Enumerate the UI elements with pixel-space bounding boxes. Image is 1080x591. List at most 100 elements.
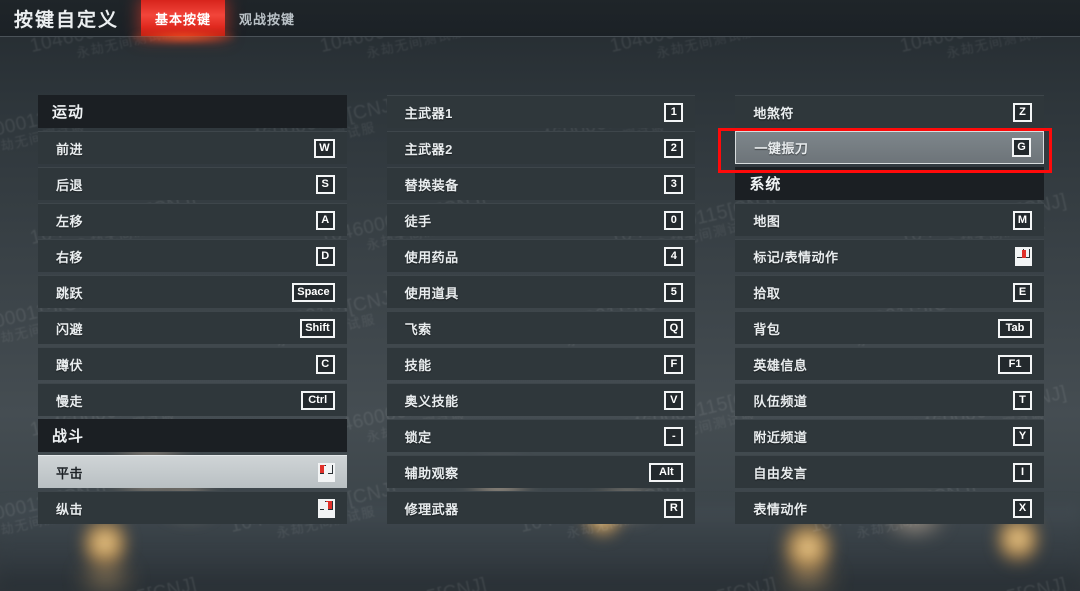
key-badge: Space	[292, 282, 335, 302]
tab-basic-keys-label: 基本按键	[155, 11, 212, 27]
mouse-body	[319, 508, 333, 516]
keybind-row[interactable]: 平击	[38, 455, 347, 488]
keybind-label: 平击	[56, 465, 84, 481]
key-badge: W	[314, 138, 335, 158]
keybind-row[interactable]: 后退 S	[38, 167, 347, 200]
keybind-row[interactable]: 使用道具 5	[386, 275, 696, 308]
keybind-label: 替换装备	[404, 177, 459, 193]
section-header-运动: 运动	[38, 95, 347, 128]
key-badge: F1	[998, 354, 1033, 374]
keybind-label: 英雄信息	[753, 357, 808, 373]
key-badge: X	[1013, 498, 1033, 518]
keybind-row[interactable]: 右移 D	[38, 239, 347, 272]
keybind-row[interactable]: 附近频道 Y	[735, 419, 1045, 452]
keybind-row[interactable]: 技能 F	[386, 347, 696, 380]
column-2: 主武器1 1 主武器2 2 替换装备 3 徒手 0 使用药品 4 使用道具 5 飞索 Q 技能 F 奥义技能 V 锁…	[386, 95, 696, 591]
key-badge: V	[664, 390, 684, 410]
key-badge: 3	[664, 174, 684, 194]
keybind-label: 锁定	[404, 429, 432, 445]
keybind-row[interactable]: 拾取 E	[735, 275, 1045, 308]
keybind-row[interactable]: 奥义技能 V	[386, 383, 696, 416]
keybind-label: 修理武器	[404, 501, 459, 517]
keybind-label: 附近频道	[753, 429, 808, 445]
key-badge: Z	[1013, 102, 1033, 122]
keybind-label: 蹲伏	[56, 357, 84, 373]
keybind-row[interactable]: 标记/表情动作	[735, 239, 1045, 272]
keybind-label: 主武器1	[404, 105, 453, 121]
mouse-wheel-segment	[324, 501, 329, 510]
key-badge: R	[664, 498, 684, 518]
mouse-wheel-segment	[324, 465, 329, 474]
key-badge: Y	[1013, 426, 1033, 446]
page-title: 按键自定义	[14, 9, 120, 31]
keybind-row[interactable]: 主武器1 1	[386, 95, 696, 128]
keybind-label: 使用药品	[404, 249, 459, 265]
keybind-row[interactable]: 替换装备 3	[386, 167, 696, 200]
mouse-right-button-icon	[317, 498, 335, 518]
keybind-label: 徒手	[404, 213, 432, 229]
keybind-row[interactable]: 前进 W	[38, 131, 347, 164]
keybind-label: 一键振刀	[754, 141, 809, 156]
key-badge: 5	[664, 282, 684, 302]
key-badge: 0	[664, 210, 684, 230]
key-badge: E	[1013, 282, 1033, 302]
key-badge: Tab	[998, 318, 1033, 338]
keybind-row[interactable]: 跳跃 Space	[38, 275, 347, 308]
keybind-label: 主武器2	[404, 141, 453, 157]
keybind-row[interactable]: 一键振刀 G	[735, 131, 1045, 164]
keybind-label: 使用道具	[404, 285, 459, 301]
mouse-body	[1017, 256, 1031, 264]
key-badge: C	[315, 354, 335, 374]
keybind-row[interactable]: 自由发言 I	[735, 455, 1045, 488]
keybind-row[interactable]: 修理武器 R	[386, 491, 696, 524]
section-header-系统: 系统	[735, 167, 1045, 200]
column-1: 运动前进 W 后退 S 左移 A 右移 D 跳跃 Space 闪避 Shift 蹲伏 C 慢走 Ctrl 战斗平…	[38, 95, 347, 591]
keybind-label: 右移	[56, 249, 84, 265]
key-badge: M	[1012, 210, 1033, 230]
keybind-row[interactable]: 纵击	[38, 491, 347, 524]
key-badge: -	[664, 426, 684, 446]
column-3: 地煞符 Z 一键振刀 G 系统地图 M 标记/表情动作 拾取 E 背包 Tab 英雄信息 F1 队伍频道 T…	[735, 95, 1045, 591]
tab-basic-keys[interactable]: 基本按键	[141, 0, 226, 36]
key-badge: 4	[664, 246, 684, 266]
keybind-row[interactable]: 队伍频道 T	[735, 383, 1045, 416]
keybind-label: 背包	[753, 321, 781, 337]
keybind-label: 飞索	[404, 321, 432, 337]
keybind-label: 拾取	[753, 285, 781, 301]
keybind-row[interactable]: 表情动作 X	[735, 491, 1045, 524]
keybind-label: 表情动作	[753, 501, 808, 517]
keybind-row[interactable]: 蹲伏 C	[38, 347, 347, 380]
keybind-label: 前进	[56, 141, 84, 157]
keybind-row[interactable]: 地图 M	[735, 203, 1045, 236]
keybind-row[interactable]: 徒手 0	[386, 203, 696, 236]
tab-spectate-keys[interactable]: 观战按键	[225, 0, 309, 36]
keybind-row[interactable]: 慢走 Ctrl	[38, 383, 347, 416]
section-header-战斗: 战斗	[38, 419, 347, 452]
keybind-label: 技能	[404, 357, 432, 373]
keybind-label: 标记/表情动作	[753, 249, 839, 265]
key-badge: 2	[664, 138, 684, 158]
keybind-label: 闪避	[56, 321, 84, 337]
key-badge: G	[1012, 138, 1032, 157]
keybind-columns: 运动前进 W 后退 S 左移 A 右移 D 跳跃 Space 闪避 Shift 蹲伏 C 慢走 Ctrl 战斗平…	[0, 37, 1080, 591]
keybind-row[interactable]: 锁定 -	[386, 419, 696, 452]
keybind-row[interactable]: 使用药品 4	[386, 239, 696, 272]
key-badge: Q	[664, 318, 684, 338]
key-badge: S	[315, 174, 335, 194]
key-badge: A	[315, 210, 335, 230]
key-badge: D	[315, 246, 335, 266]
keybind-label: 左移	[56, 213, 84, 229]
keybind-row[interactable]: 背包 Tab	[735, 311, 1045, 344]
keybind-row[interactable]: 地煞符 Z	[735, 95, 1045, 128]
keybind-row[interactable]: 辅助观察 Alt	[386, 455, 696, 488]
keybind-row[interactable]: 主武器2 2	[386, 131, 696, 164]
keybind-row[interactable]: 飞索 Q	[386, 311, 696, 344]
keybind-row[interactable]: 英雄信息 F1	[735, 347, 1045, 380]
tab-bar: 基本按键 观战按键	[141, 0, 309, 36]
keybind-label: 地图	[753, 213, 781, 229]
keybind-row[interactable]: 左移 A	[38, 203, 347, 236]
mouse-body	[319, 472, 333, 480]
keybind-label: 辅助观察	[404, 465, 459, 481]
keybind-row[interactable]: 闪避 Shift	[38, 311, 347, 344]
mouse-left-button-icon	[317, 462, 335, 482]
